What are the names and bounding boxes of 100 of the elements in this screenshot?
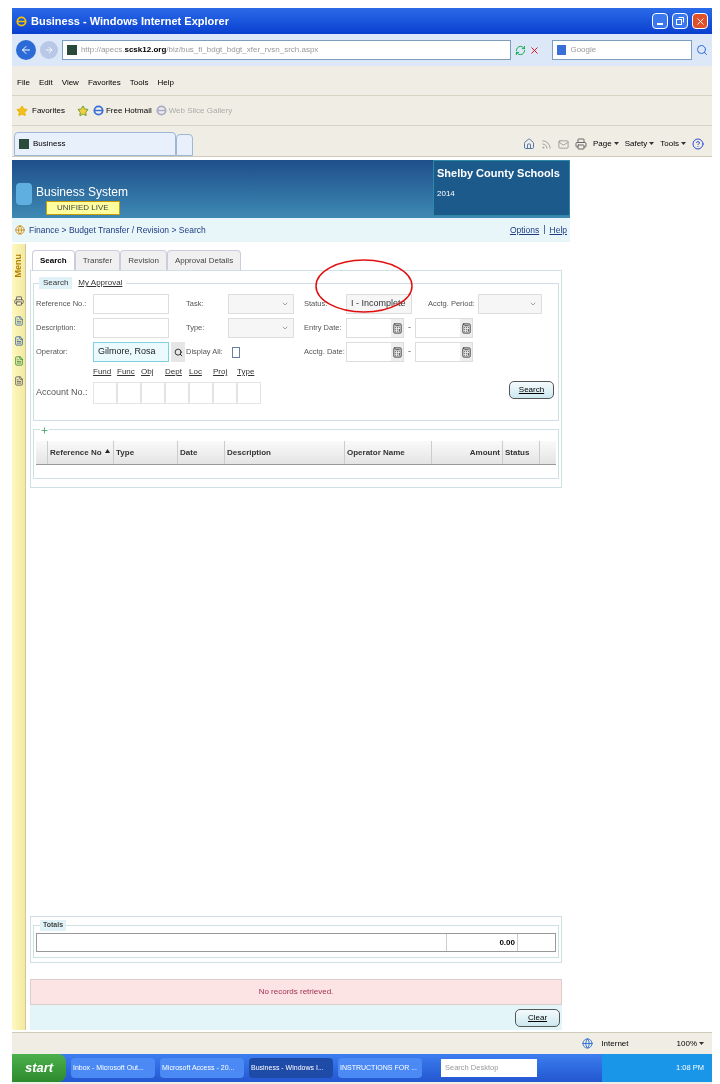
mail-icon[interactable] bbox=[557, 138, 569, 150]
tab[interactable]: Search bbox=[32, 250, 75, 270]
export-icon[interactable] bbox=[13, 355, 24, 366]
report-icon[interactable] bbox=[13, 315, 24, 326]
account-segment-field[interactable] bbox=[141, 382, 165, 404]
segment-link[interactable]: Proj bbox=[213, 366, 237, 378]
back-button[interactable] bbox=[16, 40, 36, 60]
caret-icon bbox=[699, 1041, 704, 1045]
date-field[interactable] bbox=[346, 342, 404, 362]
favorites-button[interactable]: Favorites bbox=[32, 104, 65, 117]
text-field[interactable] bbox=[93, 294, 169, 314]
menu-item[interactable]: Help bbox=[157, 76, 174, 89]
dropdown-field[interactable] bbox=[228, 318, 294, 338]
dropdown-field[interactable] bbox=[228, 294, 294, 314]
account-segment-field[interactable] bbox=[165, 382, 189, 404]
command-menu[interactable]: Tools bbox=[660, 138, 686, 150]
range-separator: - bbox=[408, 321, 411, 335]
tab[interactable]: Approval Details bbox=[166, 250, 242, 270]
new-tab-button[interactable] bbox=[176, 134, 193, 156]
calendar-icon[interactable] bbox=[391, 319, 403, 337]
column-header[interactable]: Operator Name bbox=[345, 441, 432, 464]
tab[interactable]: Transfer bbox=[74, 250, 121, 270]
column-header[interactable]: Status bbox=[503, 441, 540, 464]
menu-item[interactable]: File bbox=[17, 76, 30, 89]
column-header[interactable]: Date bbox=[178, 441, 225, 464]
calendar-icon[interactable] bbox=[391, 343, 403, 361]
segment-link[interactable]: Type bbox=[237, 366, 261, 378]
tab[interactable]: Revision bbox=[120, 250, 167, 270]
segment-link[interactable]: Dept bbox=[165, 366, 189, 378]
clear-button[interactable]: Clear bbox=[515, 1008, 560, 1027]
column-header[interactable]: Amount bbox=[432, 441, 503, 464]
search-placeholder: Google bbox=[570, 44, 597, 56]
minimize-button[interactable] bbox=[652, 13, 668, 29]
segment-link[interactable]: Func bbox=[117, 366, 141, 378]
account-segment-field[interactable] bbox=[213, 382, 237, 404]
search-button[interactable]: Search bbox=[509, 381, 554, 399]
command-menu[interactable]: Safety bbox=[624, 138, 655, 150]
app-logo-icon bbox=[16, 183, 32, 205]
close-button[interactable] bbox=[692, 13, 708, 29]
help-icon[interactable] bbox=[692, 138, 704, 150]
subtab[interactable]: Search bbox=[39, 277, 73, 289]
field-value: Gilmore, Rosa bbox=[98, 345, 156, 359]
column-header[interactable]: Reference No bbox=[48, 441, 114, 464]
checkbox[interactable] bbox=[232, 346, 240, 358]
address-field[interactable]: http://apecs.scsk12.org/biz/bus_fi_bdgt_bdgt_xfer_rvsn_srch.aspx bbox=[61, 40, 511, 60]
window-title: Business - Windows Internet Explorer bbox=[31, 13, 229, 29]
header-link[interactable]: Options bbox=[509, 223, 540, 237]
search-icon[interactable] bbox=[696, 44, 708, 56]
account-segment-field[interactable] bbox=[93, 382, 117, 404]
site-icon bbox=[66, 45, 77, 55]
restore-button[interactable] bbox=[672, 13, 688, 29]
calendar-icon[interactable] bbox=[460, 343, 472, 361]
document-icon[interactable] bbox=[13, 375, 24, 386]
zoom-control[interactable]: 100% bbox=[676, 1037, 704, 1050]
date-field[interactable] bbox=[415, 342, 473, 362]
account-segment-field[interactable] bbox=[237, 382, 261, 404]
home-icon[interactable] bbox=[522, 138, 535, 150]
print-icon[interactable] bbox=[13, 295, 24, 306]
link-separator: | bbox=[543, 223, 546, 237]
globe-icon bbox=[15, 225, 25, 235]
subtab[interactable]: My Approval bbox=[74, 277, 127, 289]
operator-field[interactable]: Gilmore, Rosa bbox=[93, 342, 169, 362]
tab-title: Business bbox=[33, 138, 66, 150]
minimize-icon bbox=[657, 23, 663, 25]
menu-item[interactable]: View bbox=[61, 76, 79, 89]
header-link[interactable]: Help bbox=[549, 223, 567, 237]
menu-item[interactable]: Favorites bbox=[87, 76, 121, 89]
app-name: Business System bbox=[36, 184, 129, 201]
refresh-icon[interactable] bbox=[514, 44, 526, 56]
field-label: Account No.: bbox=[36, 386, 89, 400]
command-menu[interactable]: Page bbox=[592, 138, 619, 150]
account-segment-field[interactable] bbox=[117, 382, 141, 404]
text-field[interactable] bbox=[93, 318, 169, 338]
browser-tab[interactable]: Business bbox=[14, 132, 176, 156]
environment-badge: UNIFIED LIVE bbox=[46, 201, 120, 215]
forward-arrow-icon bbox=[43, 45, 54, 55]
caret-icon bbox=[613, 142, 619, 146]
segment-link[interactable]: Fund bbox=[93, 366, 117, 378]
date-field[interactable] bbox=[346, 318, 404, 338]
add-favorite-icon[interactable] bbox=[76, 104, 89, 117]
list-icon[interactable] bbox=[13, 335, 24, 346]
url-text: http://apecs.scsk12.org/biz/bus_fi_bdgt_bdgt_xfer_rvsn_srch.aspx bbox=[80, 44, 319, 56]
dropdown-field[interactable] bbox=[478, 294, 542, 314]
calendar-icon[interactable] bbox=[460, 319, 472, 337]
account-segment-field[interactable] bbox=[189, 382, 213, 404]
side-menu-label: Menu bbox=[11, 254, 24, 278]
feed-icon[interactable] bbox=[540, 138, 552, 150]
column-header[interactable]: Description bbox=[225, 441, 345, 464]
menu-item[interactable]: Edit bbox=[38, 76, 53, 89]
segment-link[interactable]: Loc bbox=[189, 366, 213, 378]
stop-icon[interactable] bbox=[529, 44, 541, 56]
print-icon[interactable] bbox=[574, 138, 587, 150]
column-header[interactable]: Type bbox=[114, 441, 178, 464]
segment-link[interactable]: Obj bbox=[141, 366, 165, 378]
favorite-link[interactable]: Free Hotmail bbox=[105, 104, 152, 117]
globe-icon bbox=[582, 1038, 594, 1049]
lookup-search-button[interactable] bbox=[171, 342, 185, 362]
close-icon bbox=[694, 15, 706, 27]
menu-item[interactable]: Tools bbox=[129, 76, 149, 89]
date-field[interactable] bbox=[415, 318, 473, 338]
